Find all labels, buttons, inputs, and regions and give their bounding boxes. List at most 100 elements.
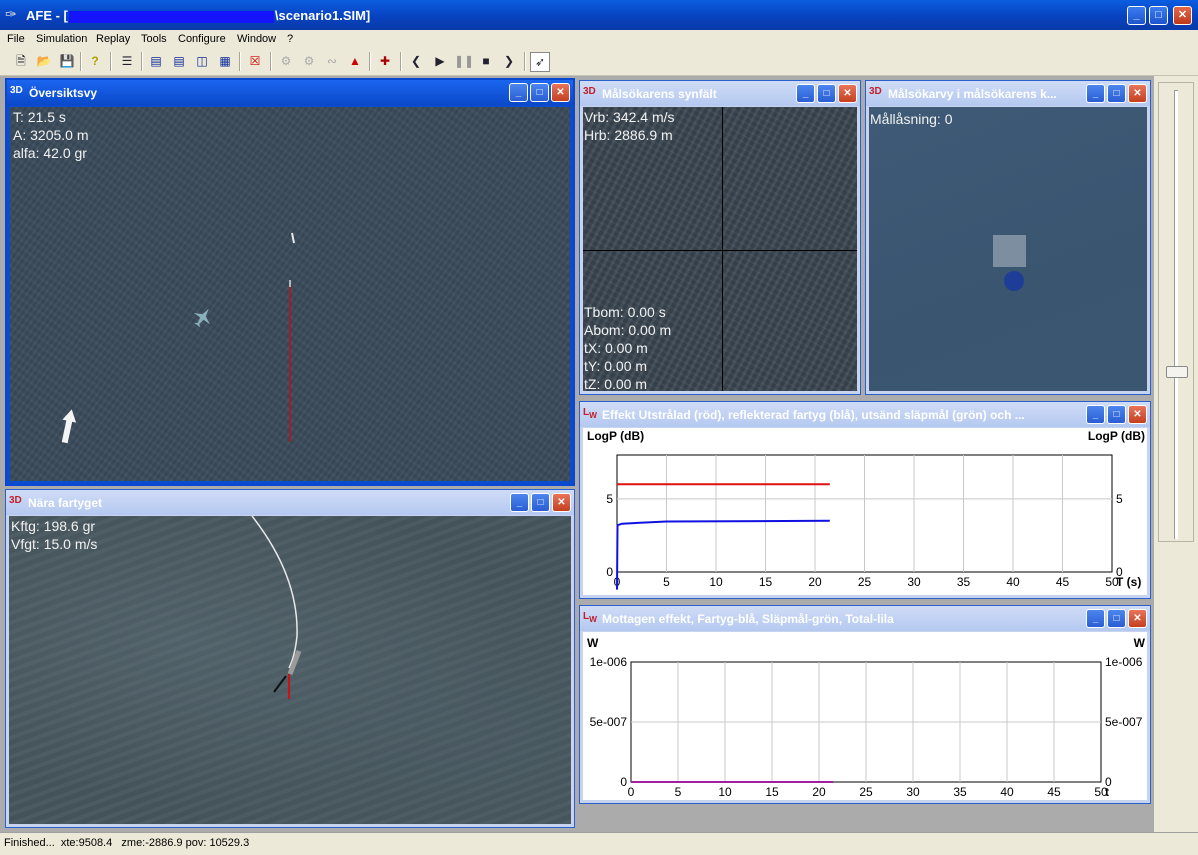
received-chart-caption[interactable]: LW Mottagen effekt, Fartyg-blå, Släpmål-… (580, 606, 1150, 631)
north-arrow-icon (61, 409, 77, 444)
minimize-button[interactable]: _ (1127, 6, 1146, 25)
overview-maximize-button[interactable]: □ (530, 83, 549, 102)
seeker-tz: tZ: 0.00 m (584, 376, 648, 391)
scenario-icon[interactable]: ☰ (118, 52, 136, 70)
near-ship-close-button[interactable]: ✕ (552, 493, 571, 512)
received-chart-close-button[interactable]: ✕ (1128, 609, 1147, 628)
record-icon[interactable]: ▲ (346, 52, 364, 70)
close-button[interactable]: ✕ (1173, 6, 1192, 25)
x-axis-label: t (1105, 785, 1109, 799)
power-chart-caption[interactable]: LW Effekt Utstrålad (röd), reflekterad f… (580, 402, 1150, 427)
step-back-icon[interactable]: ❮ (407, 52, 425, 70)
received-chart-minimize-button[interactable]: _ (1086, 609, 1105, 628)
disabled-tool-2-icon: ⚙ (303, 54, 315, 68)
window-3d-icon: 3D (9, 495, 22, 506)
y-axis-label-left: W (587, 636, 599, 650)
seeker-fov-window[interactable]: 3D Målsökarens synfält _ □ ✕ Vrb: 342.4 m/… (579, 80, 861, 395)
menu-window[interactable]: Window (237, 33, 276, 45)
y-axis-label-right: LogP (dB) (1088, 429, 1145, 443)
window-3d-icon: 3D (583, 86, 596, 97)
seeker-target-minimize-button[interactable]: _ (1086, 84, 1105, 103)
x-tick-label: 15 (759, 575, 773, 589)
x-tick-label: 40 (1006, 575, 1020, 589)
power-chart-window[interactable]: LW Effekt Utstrålad (röd), reflekterad f… (579, 401, 1151, 599)
tile-horizontal-icon[interactable]: ▤ (170, 52, 188, 70)
title-bar: ✑ AFE - [\scenario1.SIM] _ □ ✕ (0, 0, 1198, 30)
save-icon[interactable]: 💾 (58, 52, 76, 70)
menu-configure[interactable]: Configure (178, 33, 226, 45)
app-icon: ✑ (5, 6, 17, 22)
y-tick-label-left: 5e-007 (590, 715, 628, 729)
cascade-icon[interactable]: ▤ (147, 52, 165, 70)
right-panel (1154, 76, 1198, 832)
x-tick-label: 20 (808, 575, 822, 589)
new-file-icon[interactable]: 🗎 (12, 52, 30, 70)
step-forward-icon[interactable]: ❯ (500, 52, 518, 70)
open-folder-icon[interactable]: 📂 (35, 52, 53, 70)
play-icon[interactable]: ▶ (431, 52, 449, 70)
received-chart: 0 5 10 15 20 25 30 35 40 45 500 05e-007 5e-0071e-006… (587, 636, 1146, 799)
menu-help[interactable]: ? (287, 33, 293, 45)
seeker-target-window[interactable]: 3D Målsökarvy i målsökarens k... _ □ ✕ Mål… (865, 80, 1151, 395)
seeker-dot (1004, 271, 1024, 291)
near-ship-minimize-button[interactable]: _ (510, 493, 529, 512)
overview-view[interactable]: T: 21.5 s A: 3205.0 m alfa: 42.0 gr (10, 107, 570, 481)
received-chart-window[interactable]: LW Mottagen effekt, Fartyg-blå, Släpmål-… (579, 605, 1151, 804)
menu-file[interactable]: File (7, 33, 25, 45)
x-tick-label: 30 (906, 785, 920, 799)
target-lock-status: Mållåsning: 0 (870, 111, 953, 127)
near-ship-maximize-button[interactable]: □ (531, 493, 550, 512)
seeker-target-caption[interactable]: 3D Målsökarvy i målsökarens k... _ □ ✕ (866, 81, 1150, 106)
menu-bar: File Simulation Replay Tools Configure W… (0, 30, 1198, 49)
seeker-vrb: Vrb: 342.4 m/s (584, 109, 675, 125)
maximize-button[interactable]: □ (1149, 6, 1168, 25)
x-tick-label: 15 (765, 785, 779, 799)
seeker-fov-minimize-button[interactable]: _ (796, 84, 815, 103)
overview-scene (61, 232, 295, 444)
near-ship-window[interactable]: 3D Nära fartyget _ □ ✕ Kftg: 198.6 gr Vfgt… (5, 489, 575, 828)
near-ship-caption[interactable]: 3D Nära fartyget _ □ ✕ (6, 490, 574, 515)
pause-icon[interactable]: ❚❚ (454, 52, 474, 70)
overview-title: Översiktsvy (29, 86, 98, 100)
tile-vertical-icon[interactable]: ◫ (193, 52, 211, 70)
overview-caption[interactable]: 3D Översiktsvy _ □ ✕ (7, 80, 573, 105)
window-3d-icon: 3D (869, 86, 882, 97)
seeker-fov-close-button[interactable]: ✕ (838, 84, 857, 103)
seeker-target-view[interactable]: Mållåsning: 0 (869, 107, 1147, 391)
power-chart-minimize-button[interactable]: _ (1086, 405, 1105, 424)
menu-simulation[interactable]: Simulation (36, 33, 87, 45)
seeker-fov-caption[interactable]: 3D Målsökarens synfält _ □ ✕ (580, 81, 860, 106)
help-icon[interactable]: ? (86, 52, 104, 70)
overview-minimize-button[interactable]: _ (509, 83, 528, 102)
x-tick-label: 40 (1000, 785, 1014, 799)
seeker-target-close-button[interactable]: ✕ (1128, 84, 1147, 103)
stop-icon[interactable]: ■ (477, 52, 495, 70)
seeker-fov-view[interactable]: Vrb: 342.4 m/s Hrb: 2886.9 m Tbom: 0.00 … (583, 107, 857, 391)
x-tick-label: 45 (1056, 575, 1070, 589)
add-object-icon[interactable]: ✚ (376, 52, 394, 70)
near-ship-view[interactable]: Kftg: 198.6 gr Vfgt: 15.0 m/s (9, 516, 571, 824)
pin-icon[interactable]: ➶ (530, 52, 550, 72)
seeker-target-maximize-button[interactable]: □ (1107, 84, 1126, 103)
y-axis-label-left: LogP (dB) (587, 429, 644, 443)
overview-close-button[interactable]: ✕ (551, 83, 570, 102)
status-bar: Finished... xte:9508.4 zme:-2886.9 pov: … (0, 832, 1198, 855)
seeker-fov-maximize-button[interactable]: □ (817, 84, 836, 103)
overview-window[interactable]: 3D Översiktsvy _ □ ✕ T: 21.5 s A: 3205.0 m… (5, 78, 575, 486)
slider-track (1174, 90, 1178, 539)
power-chart-maximize-button[interactable]: □ (1107, 405, 1126, 424)
y-tick-label-left: 5 (606, 492, 613, 506)
x-tick-label: 25 (859, 785, 873, 799)
x-tick-label: 5 (663, 575, 670, 589)
power-chart-close-button[interactable]: ✕ (1128, 405, 1147, 424)
y-tick-label-right: 1e-006 (1105, 655, 1143, 669)
power-chart-title: Effekt Utstrålad (röd), reflekterad fart… (602, 408, 1025, 422)
slider-thumb[interactable] (1166, 366, 1188, 378)
arrange-icon[interactable]: ▦ (216, 52, 234, 70)
menu-replay[interactable]: Replay (96, 33, 130, 45)
received-chart-maximize-button[interactable]: □ (1107, 609, 1126, 628)
delete-icon[interactable]: ☒ (246, 52, 264, 70)
redacted-path (68, 10, 274, 23)
chart-window-icon: LW (583, 407, 597, 420)
menu-tools[interactable]: Tools (141, 33, 167, 45)
